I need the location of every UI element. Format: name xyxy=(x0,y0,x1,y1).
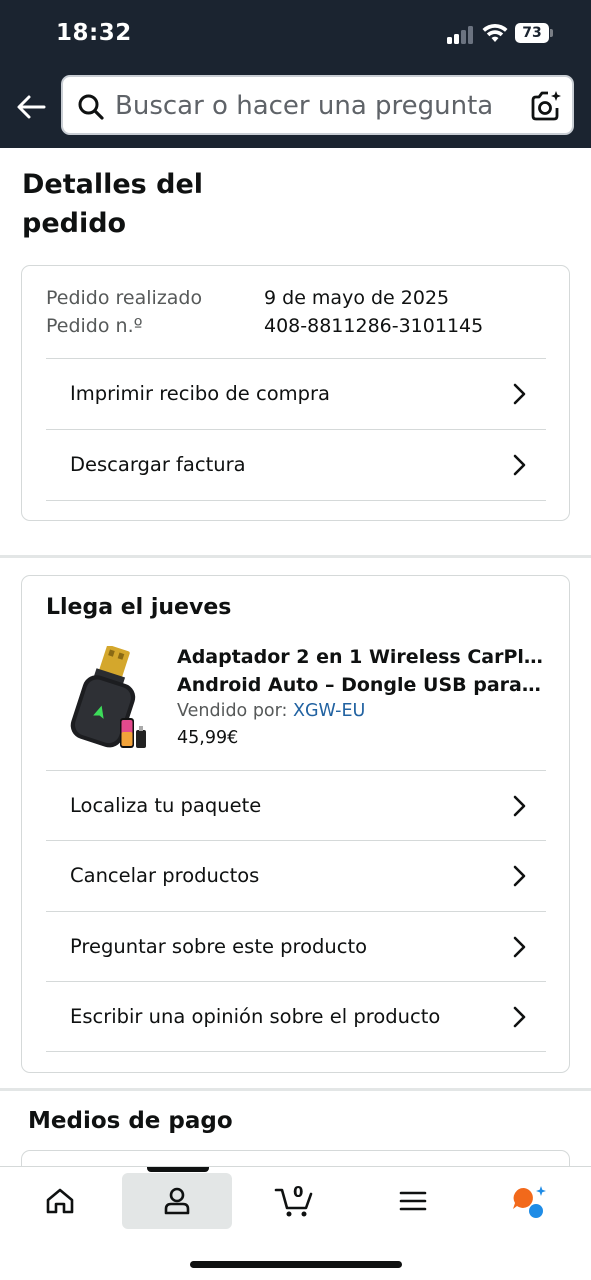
ask-product-label: Preguntar sobre este producto xyxy=(70,935,368,958)
search-bar[interactable] xyxy=(61,75,574,135)
cancel-products-label: Cancelar productos xyxy=(70,864,260,887)
order-number-label: Pedido n.º xyxy=(46,315,143,337)
print-receipt-row[interactable]: Imprimir recibo de compra xyxy=(46,358,546,428)
print-receipt-label: Imprimir recibo de compra xyxy=(70,382,330,405)
search-input[interactable] xyxy=(115,87,515,125)
seller-label: Vendido por: xyxy=(177,701,288,721)
seller-info: Vendido por: XGW-EU xyxy=(177,701,365,721)
shipment-card: Llega el jueves Adaptador 2 en 1 Wireles… xyxy=(21,575,570,1073)
section-separator xyxy=(0,555,591,558)
search-icon xyxy=(78,94,104,120)
seller-link[interactable]: XGW-EU xyxy=(293,701,365,721)
order-placed-label: Pedido realizado xyxy=(46,287,203,309)
section-separator xyxy=(0,1088,591,1091)
back-button[interactable] xyxy=(14,88,48,126)
write-review-label: Escribir una opinión sobre el producto xyxy=(70,1005,441,1028)
chevron-right-icon xyxy=(513,795,526,817)
visual-search-icon[interactable] xyxy=(529,89,563,123)
battery-level: 73 xyxy=(515,23,549,43)
chevron-right-icon xyxy=(513,383,526,405)
divider xyxy=(46,1051,546,1052)
cart-count: 0 xyxy=(293,1183,304,1201)
cellular-signal-icon xyxy=(447,26,475,44)
download-invoice-row[interactable]: Descargar factura xyxy=(46,429,546,499)
battery-icon: 73 xyxy=(515,23,553,43)
menu-icon xyxy=(399,1191,427,1211)
delivery-heading: Llega el jueves xyxy=(46,595,232,620)
product-title-line-1: Adaptador 2 en 1 Wireless CarPlay & xyxy=(177,646,547,668)
product-price: 45,99€ xyxy=(177,728,239,748)
order-summary-card: Pedido realizado 9 de mayo de 2025 Pedid… xyxy=(21,265,570,521)
chevron-right-icon xyxy=(513,1006,526,1028)
page-title: Detalles del pedido xyxy=(22,169,204,239)
nav-cart[interactable]: 0 xyxy=(240,1173,350,1229)
cancel-products-row[interactable]: Cancelar productos xyxy=(46,840,546,910)
active-tab-indicator xyxy=(147,1167,209,1172)
chevron-right-icon xyxy=(513,454,526,476)
status-time: 18:32 xyxy=(56,20,132,46)
track-package-row[interactable]: Localiza tu paquete xyxy=(46,770,546,840)
chevron-right-icon xyxy=(513,936,526,958)
ask-product-row[interactable]: Preguntar sobre este producto xyxy=(46,911,546,981)
write-review-row[interactable]: Escribir una opinión sobre el producto xyxy=(46,981,546,1051)
account-icon xyxy=(164,1187,190,1215)
order-number-value: 408-8811286-3101145 xyxy=(264,315,484,337)
top-header: 18:32 73 xyxy=(0,0,591,148)
chevron-right-icon xyxy=(513,865,526,887)
download-invoice-label: Descargar factura xyxy=(70,453,246,476)
product-title[interactable]: Adaptador 2 en 1 Wireless CarPlay & Andr… xyxy=(177,643,547,699)
back-arrow-icon xyxy=(17,95,46,119)
track-package-label: Localiza tu paquete xyxy=(70,794,262,817)
product-image[interactable] xyxy=(54,646,154,754)
divider xyxy=(46,500,546,501)
product-title-line-2: Android Auto – Dongle USB para iP… xyxy=(177,674,547,696)
nav-rufus[interactable] xyxy=(475,1173,585,1229)
nav-home[interactable] xyxy=(5,1173,115,1229)
home-indicator xyxy=(190,1261,402,1268)
wifi-icon xyxy=(482,23,508,42)
rufus-assistant-icon xyxy=(513,1186,546,1218)
nav-menu[interactable] xyxy=(358,1173,468,1229)
payment-methods-title: Medios de pago xyxy=(28,1108,233,1134)
nav-account[interactable] xyxy=(122,1173,232,1229)
order-placed-date: 9 de mayo de 2025 xyxy=(264,287,450,309)
home-icon xyxy=(46,1188,74,1214)
